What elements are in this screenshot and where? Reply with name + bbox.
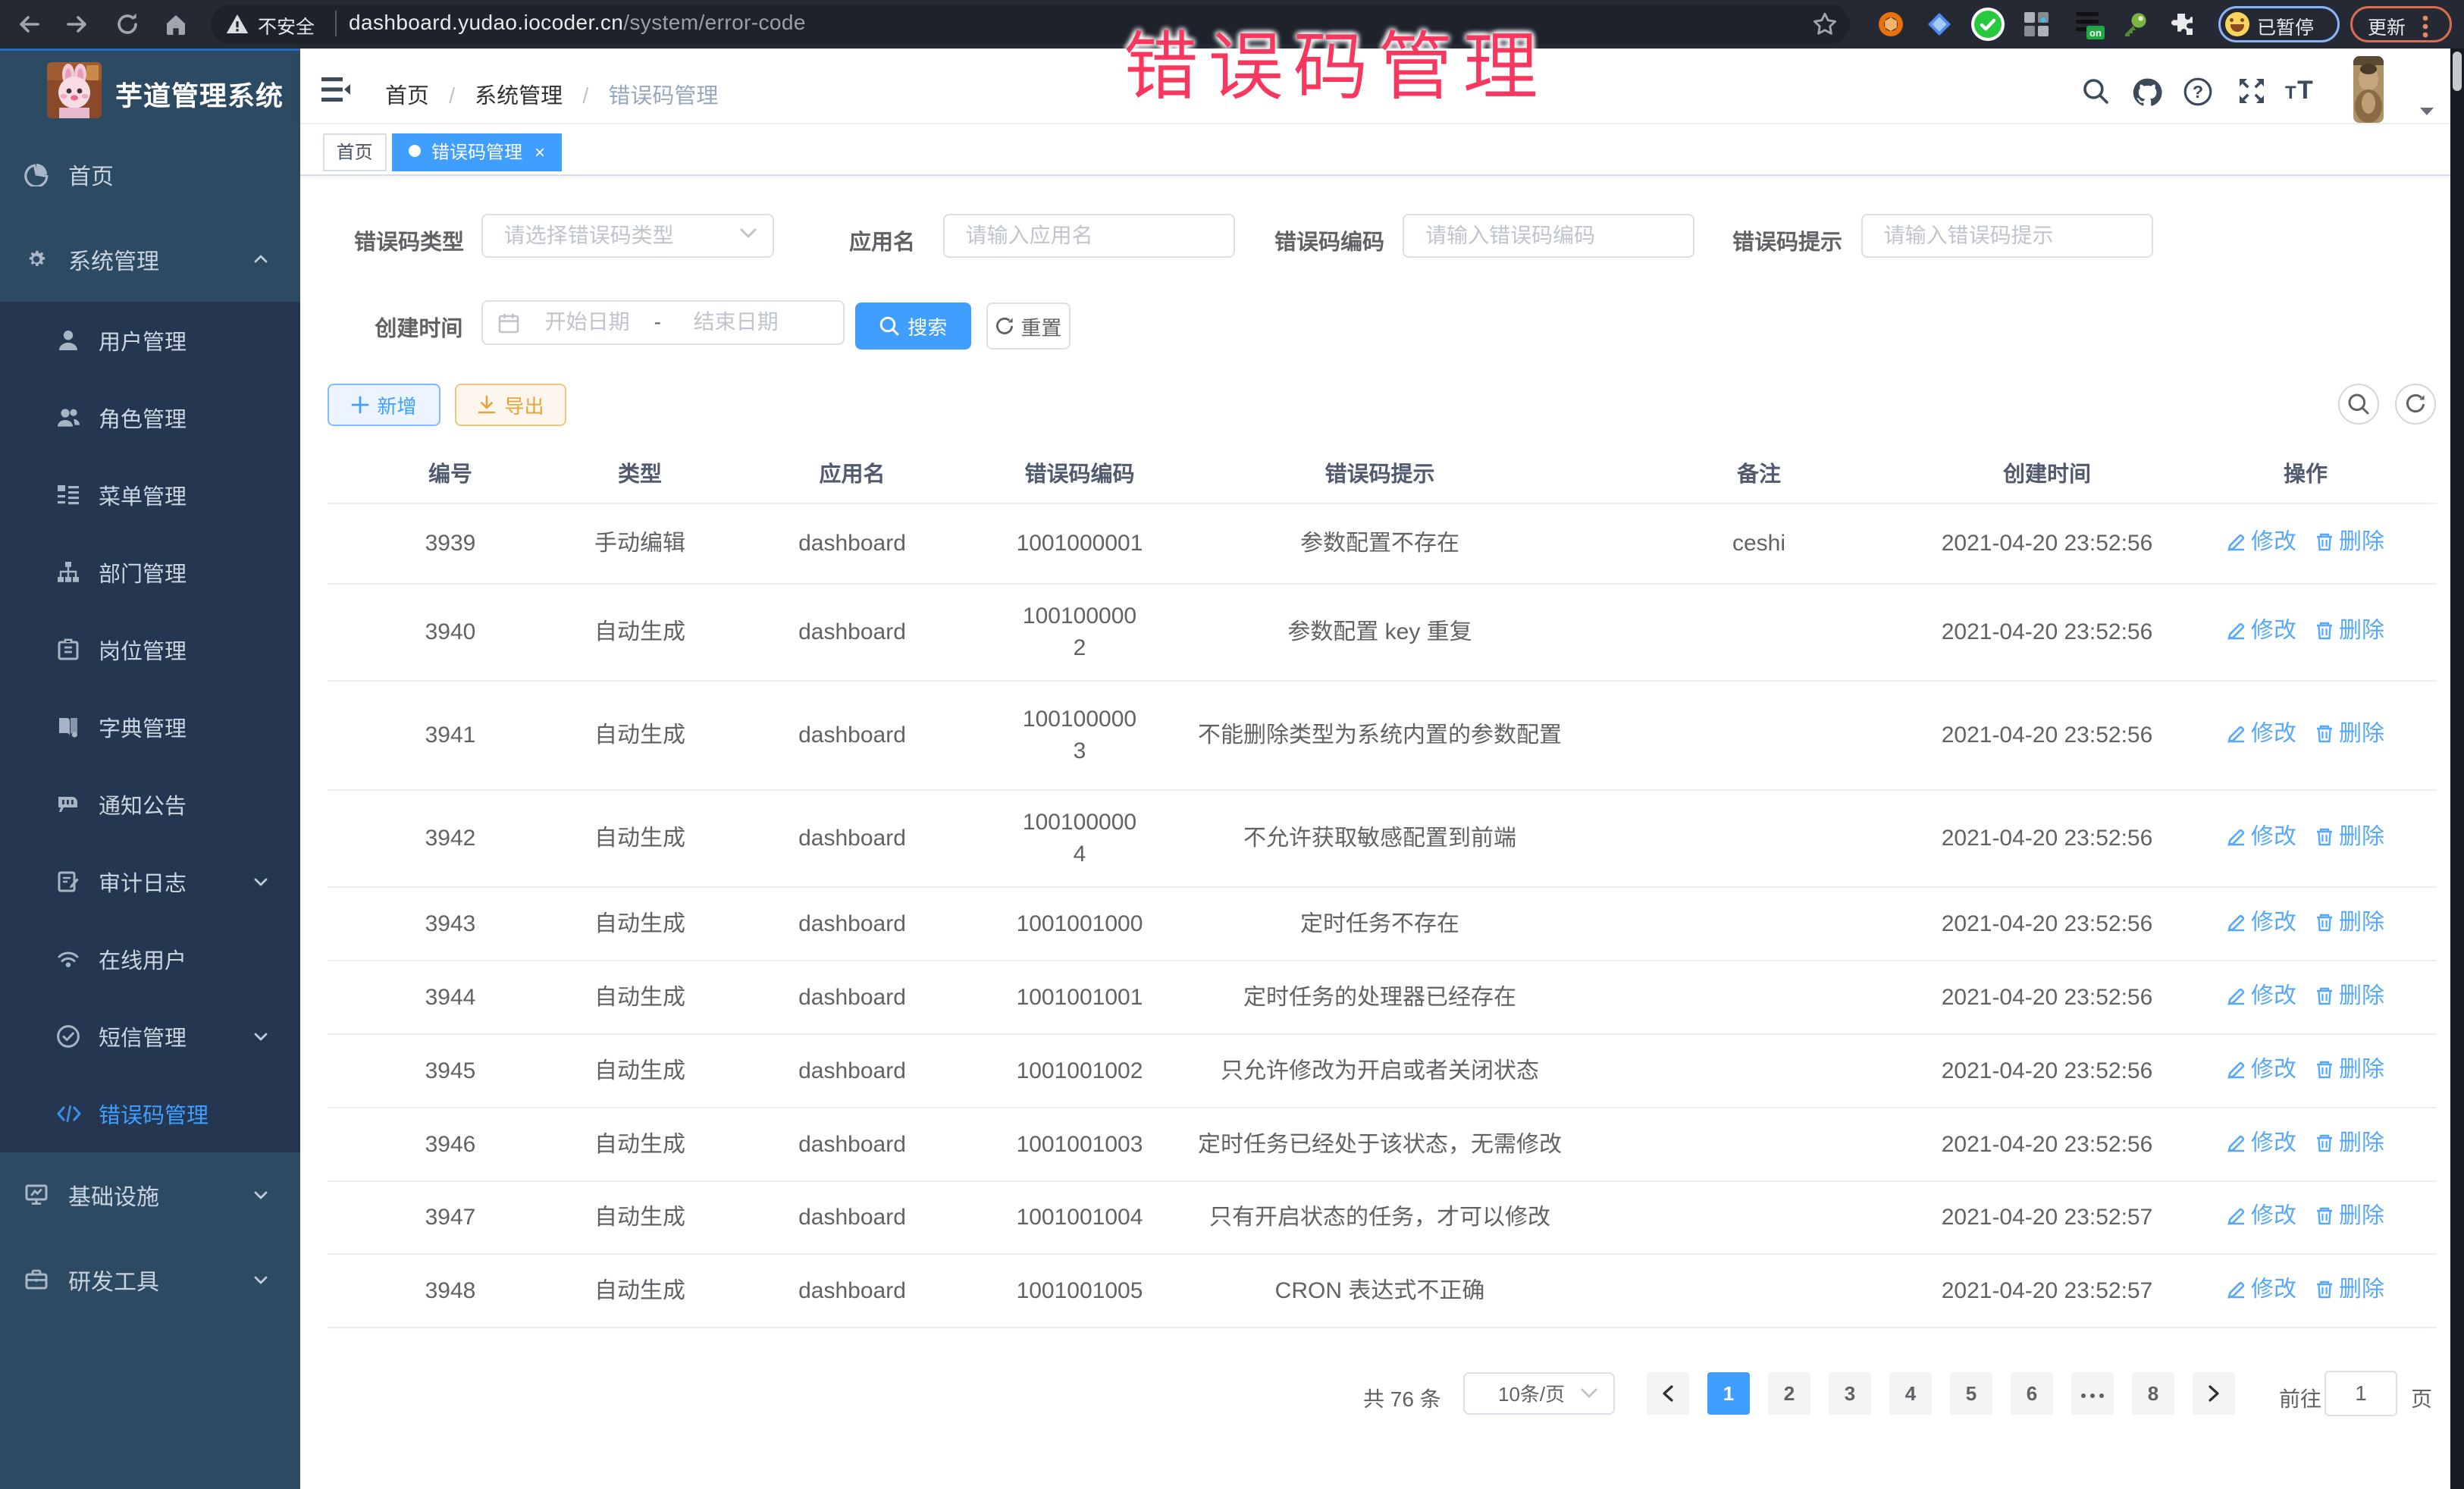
svg-text:on: on <box>2089 27 2102 39</box>
svg-text:T: T <box>2285 83 2296 102</box>
svg-text:T: T <box>2297 77 2313 102</box>
svg-text:?: ? <box>2193 82 2203 102</box>
